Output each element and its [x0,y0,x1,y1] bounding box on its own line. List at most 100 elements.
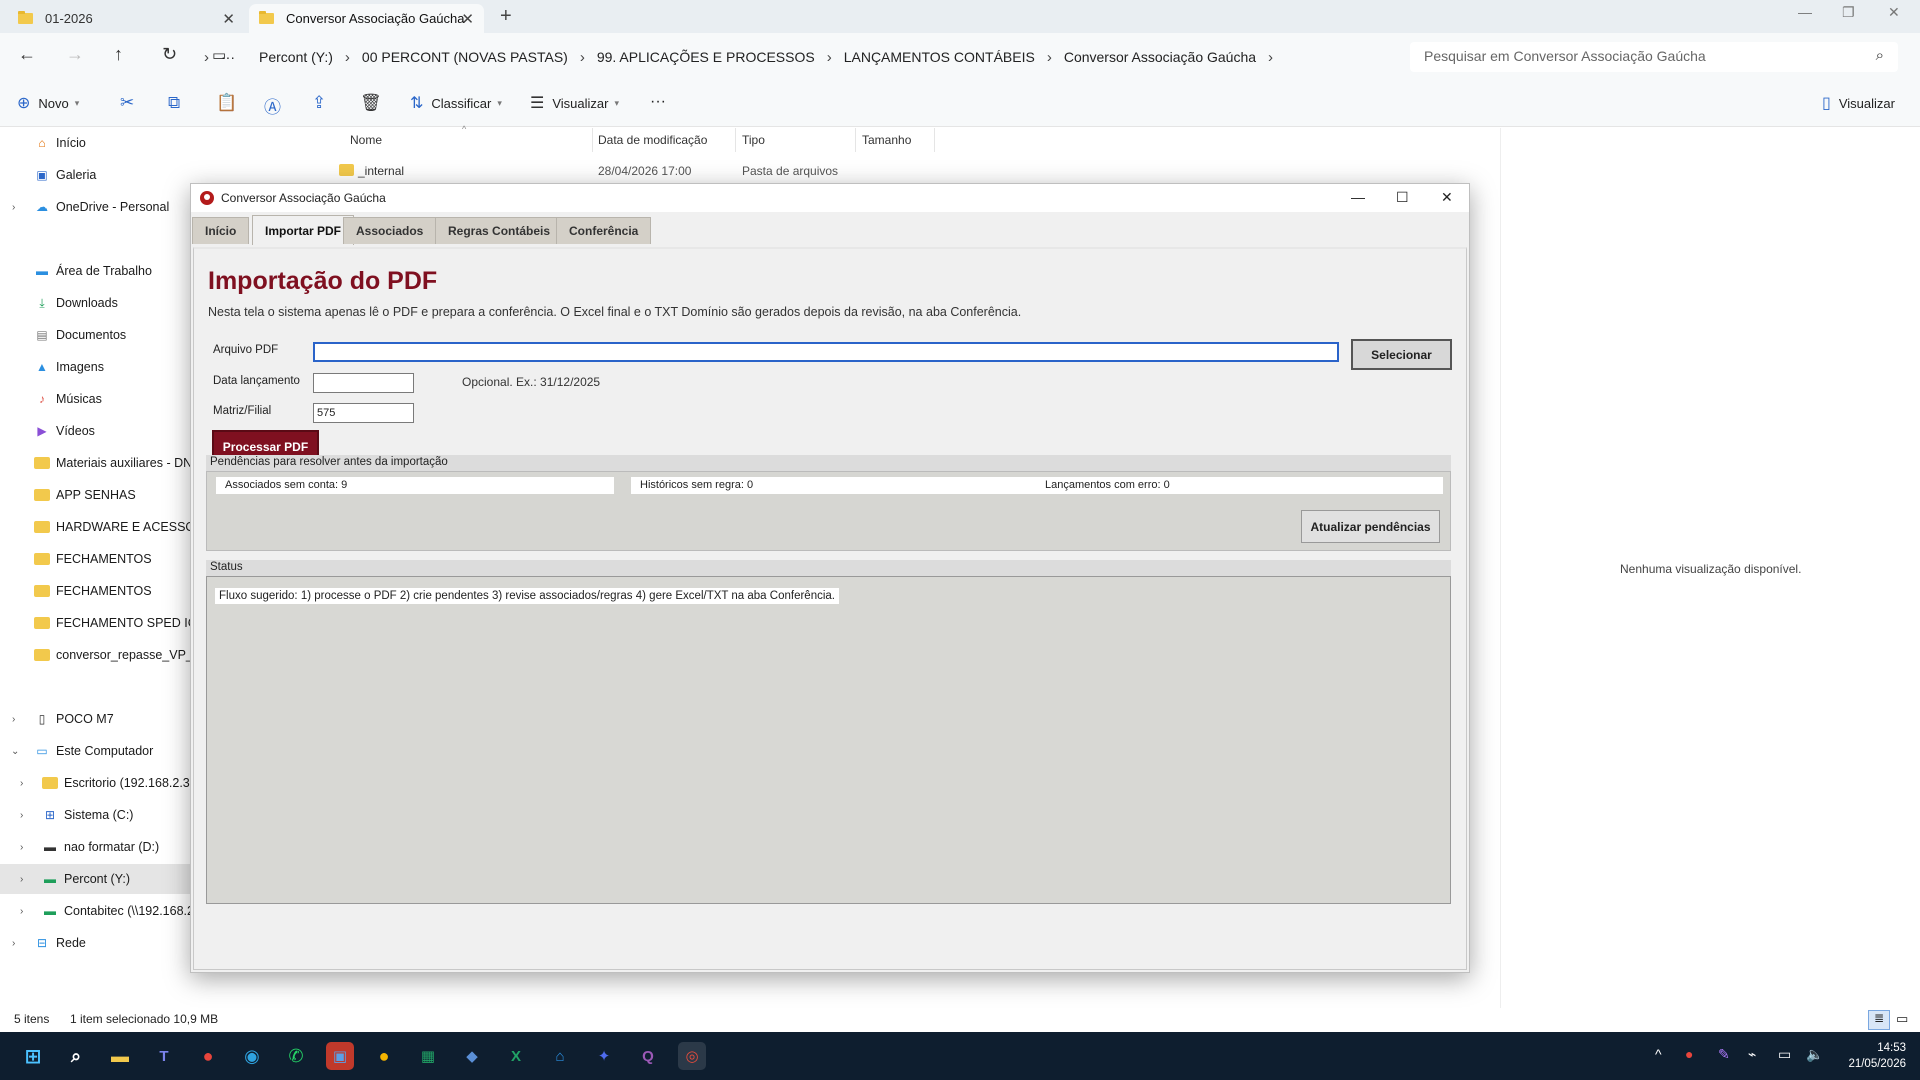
maximize-icon[interactable]: ❐ [1842,4,1855,21]
start-icon[interactable]: ⊞ [19,1042,47,1070]
close-tab-icon[interactable]: ✕ [461,10,474,28]
nav-home[interactable]: ⌂ Início [0,128,190,158]
chevron-right-icon[interactable]: › [20,810,23,821]
tray-chevron-up-icon[interactable]: ^ [1655,1046,1662,1062]
forward-icon[interactable]: → [66,44,84,65]
close-tab-icon[interactable]: ✕ [222,10,235,28]
nav-onedrive[interactable]: › ☁ OneDrive - Personal [0,192,190,222]
tray-network-icon[interactable]: ⌁ [1748,1046,1756,1063]
column-divider[interactable] [592,128,593,152]
bank-icon[interactable]: ⌂ [546,1042,574,1070]
explorer-tab-conversor[interactable]: Conversor Associação Gaúcha ✕ [249,4,484,33]
nav-drive[interactable]: › ▬ Contabitec (\\192.168.2. [0,896,190,926]
tray-display-icon[interactable]: ▭ [1778,1046,1791,1063]
share-icon[interactable]: ⇪ [312,93,326,113]
converter-app-icon[interactable]: ◎ [678,1042,706,1070]
nav-folder[interactable]: FECHAMENTOS [0,576,190,606]
chevron-right-icon[interactable]: › [345,49,350,66]
up-icon[interactable]: ↑ [114,44,123,65]
chevron-right-icon[interactable]: › [1268,49,1273,66]
nav-videos[interactable]: ▶ Vídeos [0,416,190,446]
chevron-right-icon[interactable]: › [20,874,23,885]
clock[interactable]: 14:53 21/05/2026 [1848,1040,1906,1072]
chevron-right-icon[interactable]: › [12,202,15,213]
app-title-bar[interactable]: Conversor Associação Gaúcha — ☐ ✕ [191,184,1469,212]
nav-phone[interactable]: › ▯ POCO M7 [0,704,190,734]
column-modified[interactable]: Data de modificação [598,133,707,147]
nav-folder[interactable]: FECHAMENTO SPED ICMS [0,608,190,638]
column-divider[interactable] [855,128,856,152]
chrome-profile-icon[interactable]: ● [370,1042,398,1070]
chevron-down-icon[interactable]: ⌄ [11,746,19,757]
nav-this-pc[interactable]: ⌄ ▭ Este Computador [0,736,190,766]
chevron-right-icon[interactable]: › [580,49,585,66]
nav-folder[interactable]: HARDWARE E ACESSOS [0,512,190,542]
nav-folder[interactable]: APP SENHAS [0,480,190,510]
delete-icon[interactable]: 🗑 [360,93,382,113]
nav-pictures[interactable]: ▲ Imagens [0,352,190,382]
new-tab-icon[interactable]: + [500,5,512,28]
select-file-button[interactable]: Selecionar [1351,339,1452,370]
update-pending-button[interactable]: Atualizar pendências [1301,510,1440,543]
chevron-right-icon[interactable]: › [20,906,23,917]
nav-folder[interactable]: FECHAMENTOS [0,544,190,574]
column-type[interactable]: Tipo [742,133,765,147]
close-window-icon[interactable]: ✕ [1888,4,1900,21]
column-divider[interactable] [735,128,736,152]
crumb-aplicacoes[interactable]: 99. APLICAÇÕES E PROCESSOS [597,49,815,65]
paste-icon[interactable]: 📋 [216,93,237,113]
explorer-tab-01-2026[interactable]: 01-2026 ✕ [8,4,245,33]
crumb-lancamentos[interactable]: LANÇAMENTOS CONTÁBEIS [844,49,1035,65]
crumb-percont[interactable]: Percont (Y:) [259,49,333,65]
crumb-novas-pastas[interactable]: 00 PERCONT (NOVAS PASTAS) [362,49,568,65]
tab-importar-pdf[interactable]: Importar PDF [252,215,355,245]
more-options-button[interactable]: ··· [650,93,666,111]
nav-desktop[interactable]: ▬ Área de Trabalho [0,256,190,286]
tray-chrome-icon[interactable]: ● [1685,1046,1693,1062]
app-icon[interactable]: ◆ [458,1042,486,1070]
tab-regras-contabeis[interactable]: Regras Contábeis [435,217,564,244]
sort-button[interactable]: ⇅ Classificar ▾ [410,93,502,113]
chevron-right-icon[interactable]: › [20,778,23,789]
tray-pen-icon[interactable]: ✎ [1718,1046,1730,1063]
photos-icon[interactable]: ▣ [326,1042,354,1070]
nav-drive[interactable]: › ⊞ Sistema (C:) [0,800,190,830]
tray-volume-icon[interactable]: 🔈 [1806,1046,1823,1063]
chevron-right-icon[interactable]: › [827,49,832,66]
new-button[interactable]: ⊕ Novo ▾ [17,93,79,113]
app2-icon[interactable]: Q [634,1042,662,1070]
preview-pane-button[interactable]: ▯ Visualizar [1822,93,1895,113]
nav-documents[interactable]: ▤ Documentos [0,320,190,350]
column-size[interactable]: Tamanho [862,133,911,147]
tiles-view-icon[interactable]: ▭ [1896,1011,1908,1027]
nav-network[interactable]: › ⊟ Rede [0,928,190,958]
copy-icon[interactable]: ⧉ [168,93,180,113]
chevron-right-icon[interactable]: › [12,938,15,949]
discord-icon[interactable]: ✦ [590,1042,618,1070]
calculator-icon[interactable]: ▦ [414,1042,442,1070]
excel-icon[interactable]: X [502,1042,530,1070]
close-window-icon[interactable]: ✕ [1441,189,1453,206]
chevron-right-icon[interactable]: › [12,714,15,725]
nav-music[interactable]: ♪ Músicas [0,384,190,414]
search-icon[interactable]: ⌕ [62,1042,90,1070]
chevron-right-icon[interactable]: › [20,842,23,853]
date-input[interactable] [313,373,414,393]
chevron-right-icon[interactable]: › [1047,49,1052,66]
branch-input[interactable] [313,403,414,423]
details-view-icon[interactable]: ≣ [1868,1010,1890,1030]
view-button[interactable]: ☰ Visualizar ▾ [530,93,619,113]
maximize-icon[interactable]: ☐ [1396,189,1409,206]
edge-icon[interactable]: ◉ [238,1042,266,1070]
file-row[interactable]: _internal 28/04/2026 17:00 Pasta de arqu… [336,162,936,182]
nav-drive[interactable]: › Escritorio (192.168.2.3) [0,768,190,798]
chrome-icon[interactable]: ● [194,1042,222,1070]
tab-inicio[interactable]: Início [192,217,250,244]
cut-icon[interactable]: ✂ [120,93,134,113]
more-crumbs-icon[interactable]: ··· [221,49,235,65]
nav-drive[interactable]: › ▬ nao formatar (D:) [0,832,190,862]
nav-downloads[interactable]: ⤓ Downloads [0,288,190,318]
minimize-icon[interactable]: — [1798,4,1812,20]
column-divider[interactable] [934,128,935,152]
tab-conferencia[interactable]: Conferência [556,217,652,244]
